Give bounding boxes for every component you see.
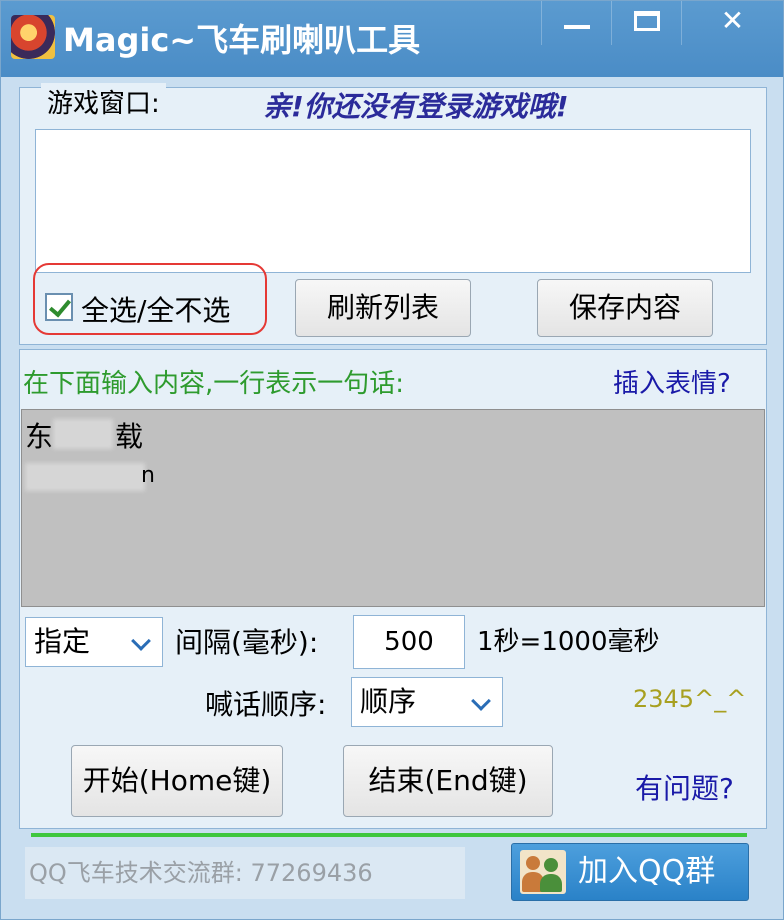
save-content-button[interactable]: 保存内容	[537, 279, 713, 337]
refresh-list-button[interactable]: 刷新列表	[295, 279, 471, 337]
close-button[interactable]: ✕	[681, 1, 783, 45]
window-title: Magic~飞车刷喇叭工具	[63, 21, 421, 59]
redacted-text	[53, 419, 113, 449]
minimize-icon	[564, 25, 590, 29]
app-icon	[11, 15, 55, 59]
maximize-icon	[634, 11, 660, 31]
close-icon: ✕	[720, 4, 745, 37]
insert-emoji-link[interactable]: 插入表情?	[613, 363, 731, 400]
order-select[interactable]: 顺序	[351, 677, 503, 727]
message-line-2-suffix: n	[141, 463, 155, 488]
redacted-text	[25, 463, 145, 491]
interval-input[interactable]: 500	[353, 615, 465, 669]
people-icon	[520, 850, 566, 894]
chevron-down-icon	[471, 691, 491, 711]
stop-button[interactable]: 结束(End键)	[343, 745, 553, 817]
progress-bar	[31, 833, 747, 837]
help-link[interactable]: 有问题?	[635, 767, 734, 807]
interval-label: 间隔(毫秒):	[175, 626, 319, 659]
emoticon-text: 2345^_^	[633, 685, 747, 713]
start-button[interactable]: 开始(Home键)	[71, 745, 283, 817]
join-qq-group-label: 加入QQ群	[578, 854, 716, 889]
mode-select[interactable]: 指定	[25, 617, 163, 667]
qq-group-info: QQ飞车技术交流群: 77269436	[25, 847, 465, 899]
input-hint: 在下面输入内容,一行表示一句话:	[23, 369, 405, 399]
title-bar[interactable]: Magic~飞车刷喇叭工具 ✕	[1, 1, 783, 77]
select-all-label[interactable]: 全选/全不选	[81, 289, 230, 329]
game-window-label: 游戏窗口:	[41, 83, 166, 120]
join-qq-group-button[interactable]: 加入QQ群	[511, 843, 749, 901]
maximize-button[interactable]	[611, 1, 681, 45]
order-label: 喊话顺序:	[205, 688, 327, 721]
app-window: Magic~飞车刷喇叭工具 ✕ 游戏窗口: 亲!你还没有登录游戏哦! 全选/全不…	[0, 0, 784, 920]
mode-select-value: 指定	[34, 625, 91, 658]
chevron-down-icon	[131, 631, 151, 651]
interval-note: 1秒=1000毫秒	[477, 627, 660, 657]
minimize-button[interactable]	[541, 1, 611, 45]
order-select-value: 顺序	[360, 685, 417, 718]
message-line-1-suffix: 载	[115, 420, 144, 453]
message-line-1-prefix: 东	[25, 420, 54, 453]
select-all-checkbox[interactable]	[45, 293, 73, 321]
login-status-text: 亲!你还没有登录游戏哦!	[263, 90, 569, 123]
game-window-list[interactable]	[35, 129, 751, 273]
progress-fill	[31, 833, 747, 837]
